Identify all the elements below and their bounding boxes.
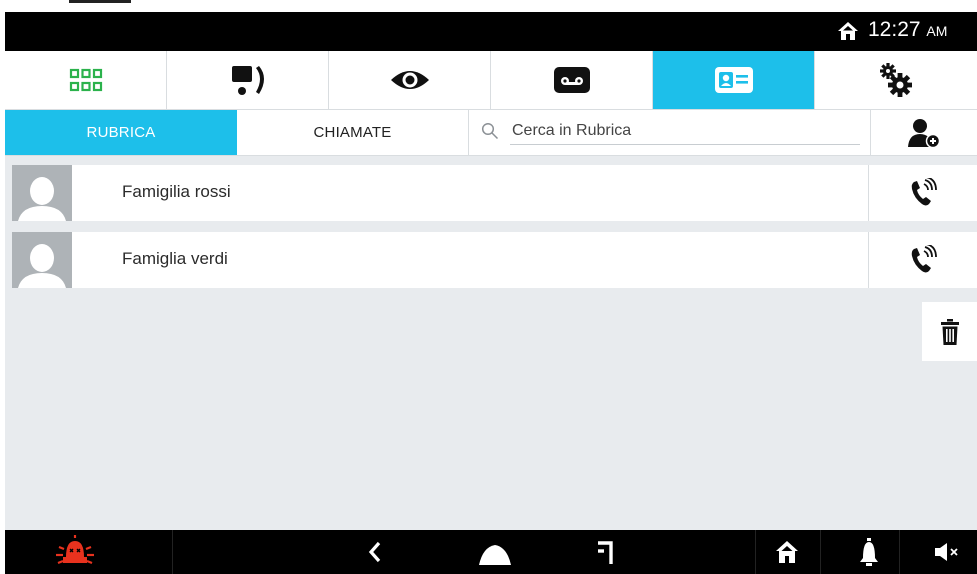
avatar xyxy=(12,232,72,288)
clock-time: 12:27 xyxy=(868,18,921,41)
home-button[interactable] xyxy=(473,530,517,574)
recent-icon xyxy=(598,541,613,564)
avatar-placeholder-icon xyxy=(18,177,66,221)
tab-voicemail[interactable] xyxy=(491,51,653,109)
search-input[interactable] xyxy=(510,117,860,145)
subtab-row: RUBRICA CHIAMATE xyxy=(5,110,977,156)
gears-icon xyxy=(880,63,912,97)
search-box xyxy=(469,110,871,155)
tab-chiamate[interactable]: CHIAMATE xyxy=(237,110,469,155)
tab-intercom[interactable] xyxy=(167,51,329,109)
top-strip-mark xyxy=(69,0,131,3)
call-button[interactable] xyxy=(868,165,977,221)
house-icon xyxy=(776,541,798,563)
contact-list: Famigilia rossi Famiglia verdi xyxy=(12,165,977,299)
eye-icon xyxy=(390,71,429,89)
contact-name: Famigilia rossi xyxy=(122,182,231,201)
tab-rubrica[interactable] xyxy=(653,51,815,109)
trash-icon xyxy=(940,318,959,345)
add-user-icon xyxy=(908,118,941,148)
back-icon xyxy=(368,541,381,563)
add-contact-button[interactable] xyxy=(871,110,977,155)
status-bar: 12:27 AM xyxy=(5,12,977,51)
bell-icon xyxy=(860,538,878,566)
recent-button[interactable] xyxy=(585,530,625,574)
clock: 12:27 AM xyxy=(868,18,947,42)
contact-card-icon xyxy=(714,67,753,93)
alarm-icon xyxy=(56,535,94,565)
voicemail-icon xyxy=(553,67,590,93)
bottom-divider xyxy=(172,530,173,574)
bottom-divider xyxy=(755,530,756,574)
bottom-divider xyxy=(820,530,821,574)
home-nav-icon xyxy=(479,545,511,565)
intercom-call-icon xyxy=(231,66,264,95)
list-item[interactable]: Famiglia verdi xyxy=(12,232,977,288)
bottom-bar xyxy=(5,530,977,574)
avatar xyxy=(12,165,72,221)
mute-icon xyxy=(935,543,958,561)
device-screen: 12:27 AM RUBRICA CHIAMATE Cerca in Rubri… xyxy=(5,12,977,574)
top-strip xyxy=(0,0,977,12)
house-button[interactable] xyxy=(765,530,809,574)
back-button[interactable] xyxy=(355,530,395,574)
notifications-button[interactable] xyxy=(849,530,889,574)
tab-rubrica-sub[interactable]: RUBRICA xyxy=(5,110,237,155)
alarm-button[interactable] xyxy=(45,530,105,574)
phone-call-icon xyxy=(911,178,937,206)
home-icon xyxy=(838,22,858,40)
tab-settings[interactable] xyxy=(815,51,977,109)
contact-name: Famiglia verdi xyxy=(122,249,228,268)
mute-button[interactable] xyxy=(927,530,967,574)
tab-apps[interactable] xyxy=(5,51,167,109)
grid-icon xyxy=(69,68,102,92)
delete-button[interactable] xyxy=(922,302,977,361)
main-tab-bar xyxy=(5,51,977,110)
avatar-placeholder-icon xyxy=(18,244,66,288)
list-item[interactable]: Famigilia rossi xyxy=(12,165,977,221)
call-button[interactable] xyxy=(868,232,977,288)
bottom-divider xyxy=(899,530,900,574)
clock-ampm: AM xyxy=(926,23,948,39)
search-icon xyxy=(481,122,499,140)
tab-camera[interactable] xyxy=(329,51,491,109)
phone-call-icon xyxy=(911,245,937,273)
